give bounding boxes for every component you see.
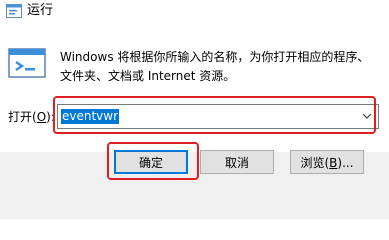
- description-line-2: 文件夹、文档或 Internet 资源。: [60, 69, 236, 83]
- open-label: 打开(O):: [8, 109, 55, 125]
- ok-button[interactable]: 确定: [114, 150, 188, 174]
- open-label-prefix: 打开(: [8, 110, 37, 124]
- open-label-hotkey: O: [36, 110, 47, 124]
- open-combobox[interactable]: eventvwr: [57, 104, 379, 129]
- open-input[interactable]: eventvwr: [61, 109, 120, 124]
- run-app-icon: [6, 4, 22, 18]
- description-text: Windows 将根据你所输入的名称，为你打开相应的程序、 文件夹、文档或 In…: [60, 48, 380, 86]
- window-title: 运行: [27, 3, 54, 18]
- browse-button[interactable]: 浏览(B)...: [290, 150, 364, 174]
- browse-label-suffix: )...: [337, 156, 354, 170]
- browse-label-prefix: 浏览(: [300, 156, 330, 170]
- cancel-button[interactable]: 取消: [200, 150, 274, 174]
- title-bar: 运行: [0, 0, 389, 22]
- run-dialog-icon: [8, 48, 46, 78]
- open-label-suffix: ):: [46, 110, 55, 124]
- description-line-1: Windows 将根据你所输入的名称，为你打开相应的程序、: [60, 50, 370, 64]
- chevron-down-icon[interactable]: [362, 112, 372, 120]
